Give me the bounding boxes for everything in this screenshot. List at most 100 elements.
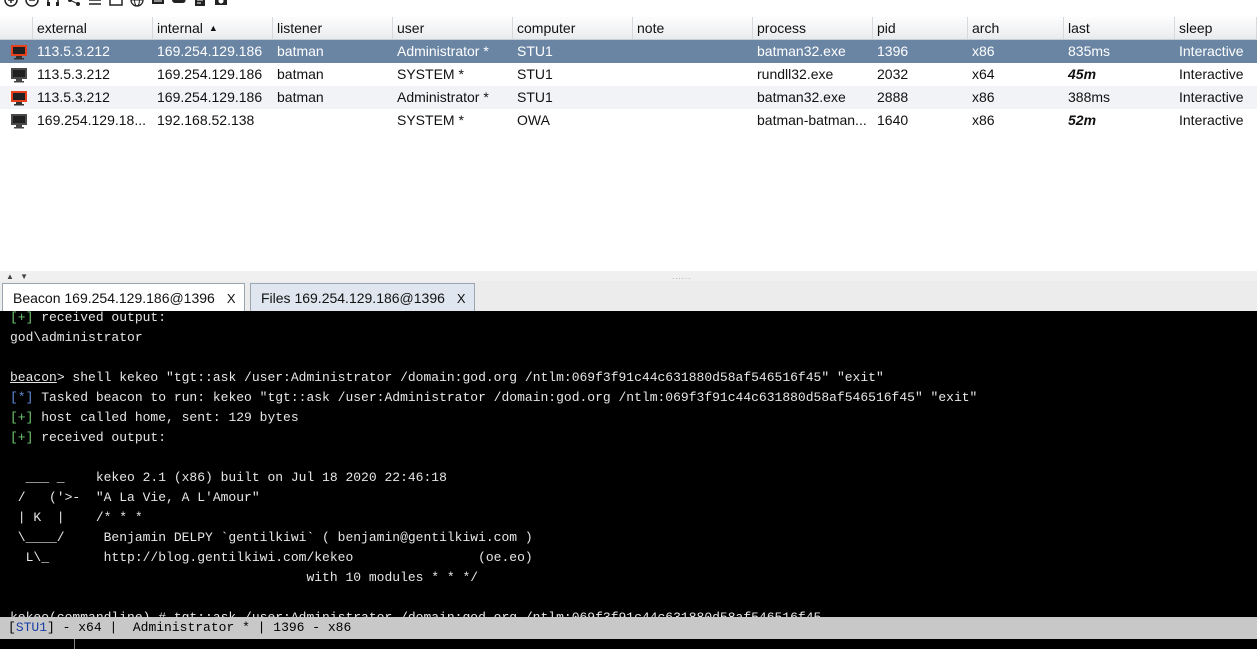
headphones-icon[interactable] xyxy=(46,0,60,7)
table-body: 113.5.3.212 169.254.129.186 batman Administ… xyxy=(0,40,1257,132)
cell-note xyxy=(633,109,753,132)
console-text: host called home, sent: 129 bytes xyxy=(33,410,299,425)
console-text: kekeo(commandline) # tgt::ask /user:Admi… xyxy=(10,610,821,617)
toolbar xyxy=(0,0,404,8)
console-line: / ('>- "A La Vie, A L'Amour" xyxy=(10,488,260,508)
column-header-icon[interactable] xyxy=(0,17,33,39)
computer-gray-icon xyxy=(0,109,33,132)
console-prefix: [+] xyxy=(10,311,34,325)
cell-computer: OWA xyxy=(517,112,550,128)
cell-note xyxy=(633,86,753,109)
column-header-label: internal xyxy=(157,20,203,36)
cell-internal: 169.254.129.186 xyxy=(157,66,263,82)
cell-pid: 2032 xyxy=(877,66,909,82)
cell-pid: 2888 xyxy=(877,89,909,105)
console-prefix: [+] xyxy=(10,430,34,445)
console-prefix: [+] xyxy=(10,410,34,425)
tab-beacon[interactable]: Beacon 169.254.129.186@1396 X xyxy=(2,283,245,312)
cloud-download-icon[interactable] xyxy=(172,0,186,7)
share-icon[interactable] xyxy=(67,0,81,7)
cell-last: 45m xyxy=(1068,66,1097,82)
table-row[interactable]: 169.254.129.18... 192.168.52.138 SYSTEM * O… xyxy=(0,109,1257,132)
console-line: L\_ http://blog.gentilkiwi.com/kekeo (oe… xyxy=(10,548,533,568)
column-header-process[interactable]: process xyxy=(753,17,873,39)
camera-icon[interactable] xyxy=(214,0,228,7)
column-header-external[interactable]: external xyxy=(33,17,153,39)
keyboard-icon[interactable] xyxy=(151,0,165,7)
cell-internal: 169.254.129.186 xyxy=(157,89,263,105)
column-header-label: last xyxy=(1068,20,1090,36)
cell-process: batman-batman... xyxy=(757,112,867,128)
console-text: received output: xyxy=(33,311,167,325)
column-header-label: listener xyxy=(277,20,323,36)
window-icon[interactable] xyxy=(109,0,123,7)
cell-sleep: Interactive xyxy=(1179,43,1244,59)
table-row[interactable]: 113.5.3.212 169.254.129.186 batman Administ… xyxy=(0,40,1257,63)
cell-process: rundll32.exe xyxy=(757,66,834,82)
list-icon[interactable] xyxy=(88,0,102,7)
globe-icon[interactable] xyxy=(130,0,144,7)
console-line: [+] received output: xyxy=(10,311,166,328)
column-header-arch[interactable]: arch xyxy=(968,17,1064,39)
tab-files[interactable]: Files 169.254.129.186@1396 X xyxy=(250,283,475,311)
cell-arch: x64 xyxy=(972,66,995,82)
cell-listener: batman xyxy=(277,89,324,105)
column-header-user[interactable]: user xyxy=(393,17,513,39)
column-header-last[interactable]: last xyxy=(1064,17,1175,39)
beacon-console[interactable]: [+] received output: god\administrator bea… xyxy=(0,311,1257,617)
splitter-grip[interactable]: ...... xyxy=(672,272,691,281)
tab-bar: Beacon 169.254.129.186@1396 X Files 169.2… xyxy=(0,281,1257,312)
console-text: > shell kekeo "tgt::ask /user:Administra… xyxy=(56,370,884,385)
cell-listener: batman xyxy=(277,66,324,82)
column-header-sleep[interactable]: sleep xyxy=(1175,17,1257,39)
column-header-internal[interactable]: internal ▲ xyxy=(153,17,273,39)
console-text: god\administrator xyxy=(10,330,143,345)
cell-process: batman32.exe xyxy=(757,89,846,105)
console-prefix: [*] xyxy=(10,390,34,405)
computer-red-icon xyxy=(0,40,33,63)
cell-external: 169.254.129.18... xyxy=(37,112,146,128)
cell-last: 388ms xyxy=(1068,89,1111,105)
cell-listener: batman xyxy=(277,43,324,59)
cell-computer: STU1 xyxy=(517,89,553,105)
cell-arch: x86 xyxy=(972,43,995,59)
column-header-label: computer xyxy=(517,20,576,36)
console-text: L\_ http://blog.gentilkiwi.com/kekeo (oe… xyxy=(10,550,533,565)
column-header-label: note xyxy=(637,20,665,36)
close-tab-button[interactable]: X xyxy=(457,291,466,306)
column-header-label: pid xyxy=(877,20,896,36)
cell-last: 835ms xyxy=(1068,43,1111,59)
close-tab-button[interactable]: X xyxy=(227,291,236,306)
pane-splitter[interactable] xyxy=(0,271,1257,281)
command-input-bar[interactable] xyxy=(0,639,1257,649)
console-text: | K | /* * * xyxy=(10,510,143,525)
plus-icon[interactable] xyxy=(4,0,18,7)
cell-internal: 169.254.129.186 xyxy=(157,43,263,59)
cell-last: 52m xyxy=(1068,112,1097,128)
cell-process: batman32.exe xyxy=(757,43,846,59)
status-host: STU1 xyxy=(15,620,48,635)
splitter-arrows[interactable]: ▲ ▼ xyxy=(6,272,30,281)
column-header-computer[interactable]: computer xyxy=(513,17,633,39)
cell-internal: 192.168.52.138 xyxy=(157,112,255,128)
cell-external: 113.5.3.212 xyxy=(37,89,110,105)
column-header-note[interactable]: note xyxy=(633,17,753,39)
script-icon[interactable] xyxy=(193,0,207,7)
cell-note xyxy=(633,40,753,63)
column-header-pid[interactable]: pid xyxy=(873,17,968,39)
cell-listener xyxy=(273,109,393,132)
console-text: \____/ Benjamin DELPY `gentilkiwi` ( ben… xyxy=(10,530,533,545)
cell-sleep: Interactive xyxy=(1179,89,1244,105)
cell-user: SYSTEM * xyxy=(397,66,464,82)
cell-sleep: Interactive xyxy=(1179,66,1244,82)
cell-pid: 1640 xyxy=(877,112,909,128)
table-row[interactable]: 113.5.3.212 169.254.129.186 batman Administ… xyxy=(0,86,1257,109)
console-line: kekeo(commandline) # tgt::ask /user:Admi… xyxy=(10,608,821,617)
minus-icon[interactable] xyxy=(25,0,39,7)
console-line: ___ _ kekeo 2.1 (x86) built on Jul 18 20… xyxy=(10,468,447,488)
table-row[interactable]: 113.5.3.212 169.254.129.186 batman SYSTEM *… xyxy=(0,63,1257,86)
console-line: \____/ Benjamin DELPY `gentilkiwi` ( ben… xyxy=(10,528,533,548)
column-header-listener[interactable]: listener xyxy=(273,17,393,39)
tab-label: Files 169.254.129.186@1396 xyxy=(261,290,445,306)
status-open: [ xyxy=(8,620,16,635)
